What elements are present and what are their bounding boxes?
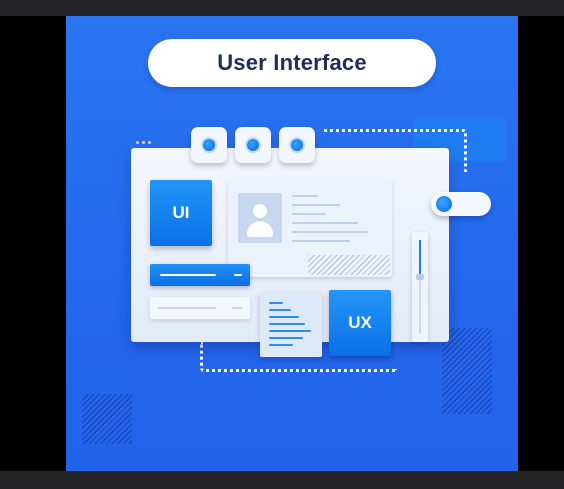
ui-card: UI [150, 180, 212, 246]
hatch-pattern-left [82, 394, 132, 444]
bar-line [160, 274, 216, 276]
bar-line [234, 274, 242, 276]
hatch-pattern-right [442, 328, 492, 414]
page-title: User Interface [217, 50, 367, 75]
doc-line [269, 330, 311, 332]
hatch-pattern-card [308, 255, 390, 275]
doc-line [269, 316, 299, 318]
avatar-body [247, 221, 273, 237]
slider-icon [412, 232, 428, 342]
doc-line [269, 323, 305, 325]
avatar-head [253, 204, 267, 218]
top-frame-bar [0, 0, 564, 16]
ui-card-label: UI [172, 203, 190, 222]
bottom-frame-bar [0, 471, 564, 489]
bar-line [232, 307, 242, 309]
window-dots [136, 141, 151, 144]
window-dot [142, 141, 145, 144]
toolbar-button-1 [191, 127, 227, 163]
slider-thumb [416, 274, 424, 280]
window-dot [136, 141, 139, 144]
toggle-icon [431, 192, 491, 216]
profile-text-line [292, 204, 340, 206]
white-input-bar [150, 297, 250, 319]
ux-card-label: UX [348, 313, 372, 332]
doc-line [269, 337, 303, 339]
title-pill: User Interface [148, 39, 436, 87]
window-dot [148, 141, 151, 144]
radio-dot-icon [247, 139, 259, 151]
doc-line [269, 309, 291, 311]
ux-card: UX [329, 290, 391, 356]
ui-illustration: User Interface UI UX [66, 16, 518, 471]
avatar-icon [238, 193, 282, 243]
profile-text-line [292, 231, 368, 233]
profile-text-line [292, 195, 318, 197]
profile-text-line [292, 213, 326, 215]
profile-text-line [292, 240, 350, 242]
doc-line [269, 344, 293, 346]
toggle-knob [436, 196, 452, 212]
profile-text-line [292, 222, 358, 224]
blue-input-bar [150, 264, 250, 286]
doc-line [269, 302, 283, 304]
toolbar-button-2 [235, 127, 271, 163]
bar-line [158, 307, 216, 309]
toolbar-button-3 [279, 127, 315, 163]
radio-dot-icon [291, 139, 303, 151]
slider-active [419, 240, 421, 276]
radio-dot-icon [203, 139, 215, 151]
